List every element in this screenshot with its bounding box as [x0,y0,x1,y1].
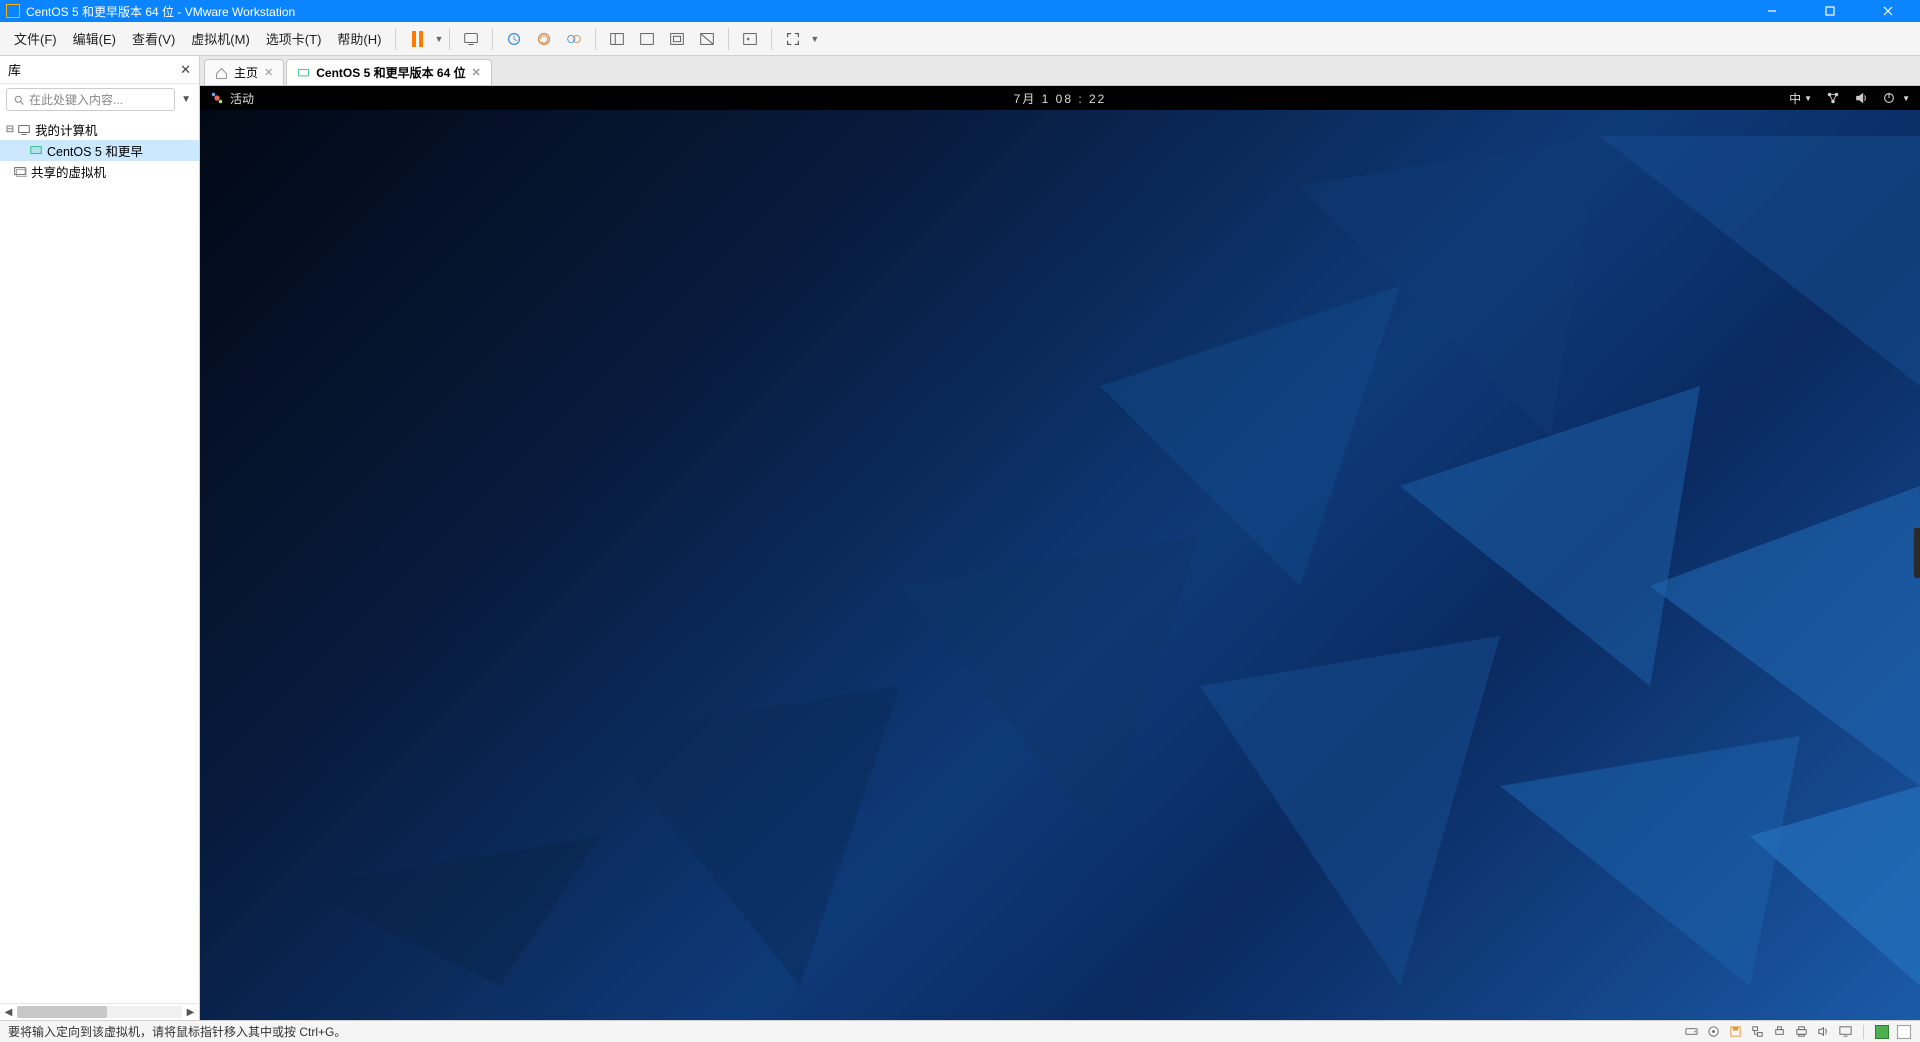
tree-label: 我的计算机 [35,120,98,139]
tree-shared-vms[interactable]: 共享的虚拟机 [0,161,199,182]
tab-label: 主页 [234,64,258,81]
tree-collapse-icon[interactable]: ⊟ [4,124,16,135]
volume-icon[interactable] [1854,91,1868,105]
scroll-thumb[interactable] [17,1006,107,1018]
quick-switch-button[interactable] [737,26,763,52]
tab-home[interactable]: 主页 ✕ [204,59,284,85]
statusbar: 要将输入定向到该虚拟机，请将鼠标指针移入其中或按 Ctrl+G。 [0,1020,1920,1042]
power-icon[interactable]: ▼ [1882,91,1910,105]
sidebar-close-button[interactable]: ✕ [180,62,191,78]
status-floppy-icon[interactable] [1727,1024,1743,1040]
tree-label: 共享的虚拟机 [31,162,106,181]
vmware-app-icon [6,4,20,18]
scroll-right-arrow[interactable]: ▶ [182,1007,199,1018]
menu-view[interactable]: 查看(V) [124,25,183,52]
activities-label: 活动 [230,90,254,107]
scroll-left-arrow[interactable]: ◀ [0,1007,17,1018]
sidebar-title: 库 [8,60,21,79]
menu-tabs[interactable]: 选项卡(T) [258,25,330,52]
status-message: 要将输入定向到该虚拟机，请将鼠标指针移入其中或按 Ctrl+G。 [8,1023,1683,1040]
titlebar: CentOS 5 和更早版本 64 位 - VMware Workstation [0,0,1920,22]
fullscreen-button[interactable] [780,26,806,52]
power-dropdown[interactable]: ▼ [434,34,443,44]
menubar: 文件(F) 编辑(E) 查看(V) 虚拟机(M) 选项卡(T) 帮助(H) ▼ … [0,22,1920,56]
computer-icon [16,123,32,137]
search-dropdown[interactable]: ▼ [179,92,193,107]
snapshot-manager-button[interactable] [561,26,587,52]
send-ctrl-alt-del-button[interactable] [458,26,484,52]
minimize-button[interactable] [1752,0,1792,22]
status-disk-icon[interactable] [1683,1024,1699,1040]
status-display-icon[interactable] [1837,1024,1853,1040]
view-console-button[interactable] [634,26,660,52]
search-placeholder: 在此处键入内容... [29,91,123,108]
snapshot-revert-button[interactable] [531,26,557,52]
tab-close-button[interactable]: ✕ [264,66,273,79]
status-network-icon[interactable] [1749,1024,1765,1040]
snapshot-take-button[interactable] [501,26,527,52]
status-printer-icon[interactable] [1793,1024,1809,1040]
gnome-clock[interactable]: 7月 1 08 : 22 [1014,90,1107,107]
close-button[interactable] [1868,0,1908,22]
ime-indicator[interactable]: 中 ▼ [1789,90,1812,107]
menu-vm[interactable]: 虚拟机(M) [183,25,258,52]
gnome-top-bar: 活动 7月 1 08 : 22 中 ▼ ▼ [200,86,1920,110]
maximize-button[interactable] [1810,0,1850,22]
tree-centos-vm[interactable]: CentOS 5 和更早 [0,140,199,161]
vm-side-handle[interactable] [1914,528,1920,578]
pause-button[interactable] [404,26,430,52]
library-tree: ⊟ 我的计算机 CentOS 5 和更早 共享的虚拟机 [0,115,199,1003]
vm-tab-icon [297,65,310,79]
library-search-input[interactable]: 在此处键入内容... [6,88,175,111]
tree-label: CentOS 5 和更早 [47,141,143,160]
status-message-icon[interactable] [1874,1024,1890,1040]
menu-help[interactable]: 帮助(H) [329,25,389,52]
status-cd-icon[interactable] [1705,1024,1721,1040]
view-sidebar-button[interactable] [604,26,630,52]
window-title: CentOS 5 和更早版本 64 位 - VMware Workstation [26,3,1752,20]
menu-file[interactable]: 文件(F) [6,25,65,52]
view-stretch-button[interactable] [664,26,690,52]
activities-icon [210,91,224,105]
activities-button[interactable]: 活动 [210,90,254,107]
tree-my-computer[interactable]: ⊟ 我的计算机 [0,119,199,140]
fullscreen-dropdown[interactable]: ▼ [810,34,819,44]
search-icon [13,94,25,106]
wallpaper-decoration [200,86,1920,986]
tab-centos[interactable]: CentOS 5 和更早版本 64 位 ✕ [286,59,492,85]
view-unity-button[interactable] [694,26,720,52]
shared-icon [12,165,28,179]
tab-close-button[interactable]: ✕ [472,66,481,79]
vm-icon [28,144,44,158]
status-blank-icon[interactable] [1896,1024,1912,1040]
home-icon [215,65,228,79]
vm-console[interactable]: 活动 7月 1 08 : 22 中 ▼ ▼ [200,86,1920,1020]
status-sound-icon[interactable] [1815,1024,1831,1040]
sidebar-scrollbar[interactable]: ◀ ▶ [0,1003,199,1020]
library-sidebar: 库 ✕ 在此处键入内容... ▼ ⊟ 我的计算机 CentOS 5 和更早 共享… [0,56,200,1020]
tab-label: CentOS 5 和更早版本 64 位 [316,64,465,81]
tab-strip: 主页 ✕ CentOS 5 和更早版本 64 位 ✕ [200,56,1920,86]
menu-edit[interactable]: 编辑(E) [65,25,124,52]
status-usb-icon[interactable] [1771,1024,1787,1040]
network-icon[interactable] [1826,91,1840,105]
